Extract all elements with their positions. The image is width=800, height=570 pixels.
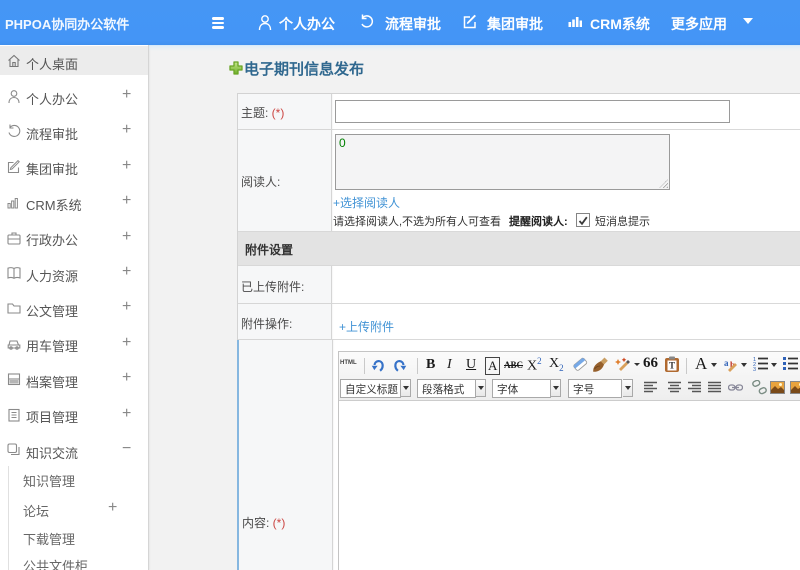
svg-text:T: T [669, 361, 675, 371]
svg-text:a: a [724, 358, 729, 368]
svg-text:3: 3 [753, 367, 756, 371]
